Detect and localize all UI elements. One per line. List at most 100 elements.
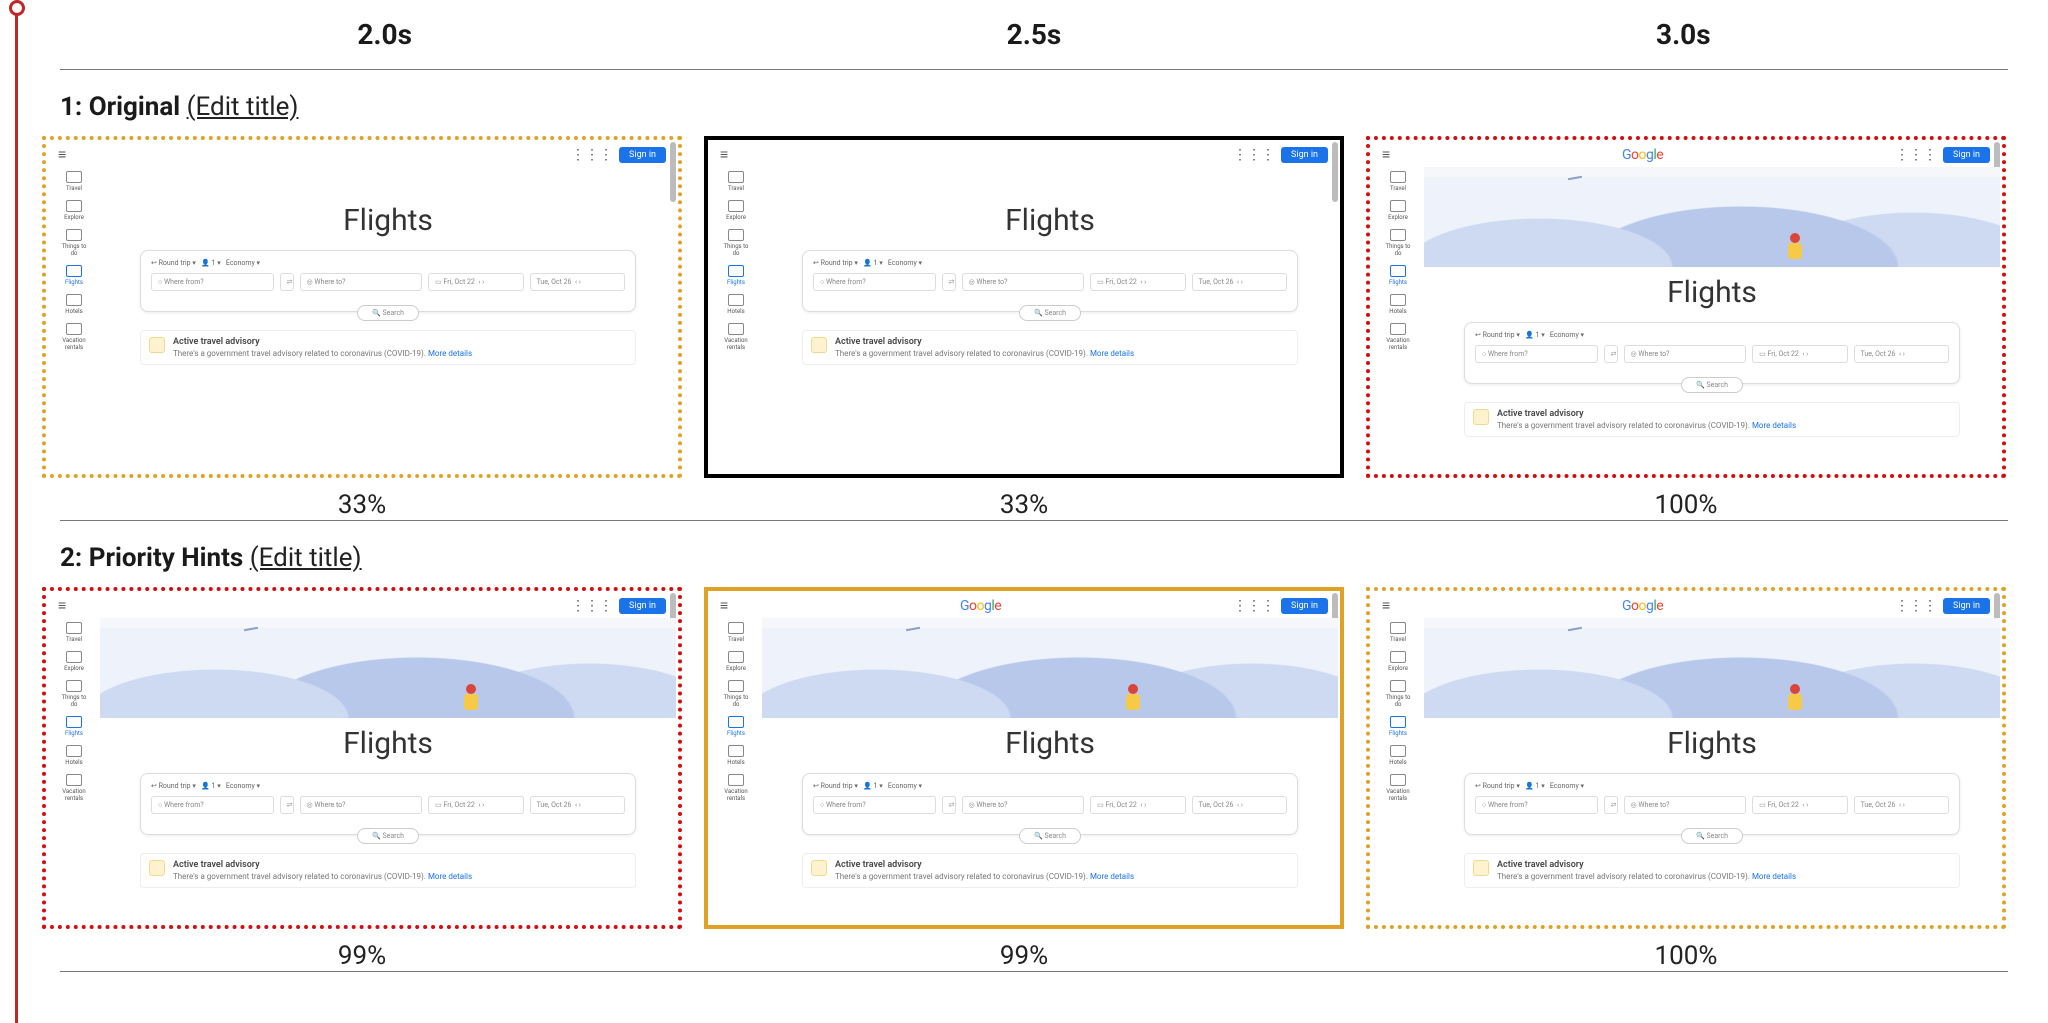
hamburger-icon[interactable]: ≡ xyxy=(720,146,728,163)
depart-date-field[interactable]: ▭ Fri, Oct 22 ‹ › xyxy=(1752,345,1847,363)
sign-in-button[interactable]: Sign in xyxy=(1943,598,1990,614)
sign-in-button[interactable]: Sign in xyxy=(1281,598,1328,614)
sidebar-item[interactable]: Hotels xyxy=(721,294,751,315)
sidebar-item[interactable]: Vacation rentals xyxy=(1383,774,1413,802)
to-field[interactable]: ◎ Where to? xyxy=(962,796,1085,814)
sidebar-item[interactable]: Travel xyxy=(1383,171,1413,192)
screenshot-thumbnail[interactable]: ≡ ⋮⋮⋮ Sign in Travel Explore Things to do Flig… xyxy=(42,587,682,929)
return-date-field[interactable]: Tue, Oct 26 ‹ › xyxy=(530,273,625,291)
from-field[interactable]: ○ Where from? xyxy=(151,796,274,814)
trip-options[interactable]: ↩ Round trip ▾ 👤 1 ▾ Economy ▾ xyxy=(813,782,1287,790)
hamburger-icon[interactable]: ≡ xyxy=(1382,597,1390,614)
swap-icon[interactable]: ⇄ xyxy=(942,796,956,814)
depart-date-field[interactable]: ▭ Fri, Oct 22 ‹ › xyxy=(1090,796,1185,814)
depart-date-field[interactable]: ▭ Fri, Oct 22 ‹ › xyxy=(428,796,523,814)
sidebar-item[interactable]: Travel xyxy=(59,622,89,643)
apps-icon[interactable]: ⋮⋮⋮ xyxy=(571,147,613,163)
apps-icon[interactable]: ⋮⋮⋮ xyxy=(1895,147,1937,163)
sidebar-item[interactable]: Hotels xyxy=(59,294,89,315)
swap-icon[interactable]: ⇄ xyxy=(280,796,294,814)
sidebar-item[interactable]: Explore xyxy=(1383,651,1413,672)
from-field[interactable]: ○ Where from? xyxy=(1475,796,1598,814)
sign-in-button[interactable]: Sign in xyxy=(1281,147,1328,163)
sidebar-item[interactable]: Explore xyxy=(721,200,751,221)
return-date-field[interactable]: Tue, Oct 26 ‹ › xyxy=(530,796,625,814)
sidebar-item[interactable]: Hotels xyxy=(1383,745,1413,766)
from-field[interactable]: ○ Where from? xyxy=(813,796,936,814)
sidebar-item[interactable]: Flights xyxy=(721,265,751,286)
edit-title-link[interactable]: (Edit title) xyxy=(250,543,362,573)
sidebar-item[interactable]: Flights xyxy=(59,265,89,286)
return-date-field[interactable]: Tue, Oct 26 ‹ › xyxy=(1192,273,1287,291)
screenshot-thumbnail[interactable]: ≡⋮⋮⋮Sign inTravelExploreThings to doFlig… xyxy=(42,136,682,478)
apps-icon[interactable]: ⋮⋮⋮ xyxy=(1233,598,1275,614)
trip-options[interactable]: ↩ Round trip ▾ 👤 1 ▾ Economy ▾ xyxy=(813,259,1287,267)
search-button[interactable]: 🔍 Search xyxy=(1019,828,1081,844)
sign-in-button[interactable]: Sign in xyxy=(1943,147,1990,163)
advisory-link[interactable]: More details xyxy=(428,349,472,358)
depart-date-field[interactable]: ▭ Fri, Oct 22 ‹ › xyxy=(1090,273,1185,291)
depart-date-field[interactable]: ▭ Fri, Oct 22 ‹ › xyxy=(1752,796,1847,814)
return-date-field[interactable]: Tue, Oct 26 ‹ › xyxy=(1192,796,1287,814)
trip-options[interactable]: ↩ Round trip ▾ 👤 1 ▾ Economy ▾ xyxy=(151,782,625,790)
swap-icon[interactable]: ⇄ xyxy=(280,273,294,291)
sidebar-item[interactable]: Explore xyxy=(59,200,89,221)
trip-options[interactable]: ↩ Round trip ▾ 👤 1 ▾ Economy ▾ xyxy=(1475,331,1949,339)
advisory-link[interactable]: More details xyxy=(1090,872,1134,881)
sidebar-item[interactable]: Travel xyxy=(721,622,751,643)
return-date-field[interactable]: Tue, Oct 26 ‹ › xyxy=(1854,796,1949,814)
swap-icon[interactable]: ⇄ xyxy=(1604,345,1618,363)
hamburger-icon[interactable]: ≡ xyxy=(1382,146,1390,163)
trip-options[interactable]: ↩ Round trip ▾ 👤 1 ▾ Economy ▾ xyxy=(151,259,625,267)
hamburger-icon[interactable]: ≡ xyxy=(720,597,728,614)
sidebar-item[interactable]: Things to do xyxy=(59,229,89,257)
sidebar-item[interactable]: Flights xyxy=(1383,265,1413,286)
advisory-link[interactable]: More details xyxy=(1090,349,1134,358)
sign-in-button[interactable]: Sign in xyxy=(619,598,666,614)
sidebar-item[interactable]: Explore xyxy=(59,651,89,672)
hamburger-icon[interactable]: ≡ xyxy=(58,146,66,163)
sidebar-item[interactable]: Flights xyxy=(721,716,751,737)
search-button[interactable]: 🔍 Search xyxy=(357,828,419,844)
depart-date-field[interactable]: ▭ Fri, Oct 22 ‹ › xyxy=(428,273,523,291)
search-button[interactable]: 🔍 Search xyxy=(357,305,419,321)
swap-icon[interactable]: ⇄ xyxy=(1604,796,1618,814)
apps-icon[interactable]: ⋮⋮⋮ xyxy=(571,598,613,614)
apps-icon[interactable]: ⋮⋮⋮ xyxy=(1233,147,1275,163)
sidebar-item[interactable]: Flights xyxy=(1383,716,1413,737)
sidebar-item[interactable]: Things to do xyxy=(721,680,751,708)
sidebar-item[interactable]: Flights xyxy=(59,716,89,737)
search-button[interactable]: 🔍 Search xyxy=(1681,377,1743,393)
sidebar-item[interactable]: Vacation rentals xyxy=(59,323,89,351)
sidebar-item[interactable]: Explore xyxy=(1383,200,1413,221)
from-field[interactable]: ○ Where from? xyxy=(813,273,936,291)
sidebar-item[interactable]: Explore xyxy=(721,651,751,672)
search-button[interactable]: 🔍 Search xyxy=(1019,305,1081,321)
hamburger-icon[interactable]: ≡ xyxy=(58,597,66,614)
sidebar-item[interactable]: Hotels xyxy=(59,745,89,766)
to-field[interactable]: ◎ Where to? xyxy=(962,273,1085,291)
to-field[interactable]: ◎ Where to? xyxy=(1624,796,1747,814)
sidebar-item[interactable]: Travel xyxy=(721,171,751,192)
trip-options[interactable]: ↩ Round trip ▾ 👤 1 ▾ Economy ▾ xyxy=(1475,782,1949,790)
screenshot-thumbnail[interactable]: ≡⋮⋮⋮Sign inTravelExploreThings to doFlig… xyxy=(704,136,1344,478)
apps-icon[interactable]: ⋮⋮⋮ xyxy=(1895,598,1937,614)
from-field[interactable]: ○ Where from? xyxy=(151,273,274,291)
advisory-link[interactable]: More details xyxy=(1752,421,1796,430)
swap-icon[interactable]: ⇄ xyxy=(942,273,956,291)
sidebar-item[interactable]: Vacation rentals xyxy=(721,774,751,802)
sidebar-item[interactable]: Vacation rentals xyxy=(721,323,751,351)
sidebar-item[interactable]: Things to do xyxy=(59,680,89,708)
advisory-link[interactable]: More details xyxy=(428,872,472,881)
search-button[interactable]: 🔍 Search xyxy=(1681,828,1743,844)
sidebar-item[interactable]: Vacation rentals xyxy=(59,774,89,802)
from-field[interactable]: ○ Where from? xyxy=(1475,345,1598,363)
screenshot-thumbnail[interactable]: ≡Google⋮⋮⋮Sign inTravelExploreThings to … xyxy=(1366,136,2006,478)
sidebar-item[interactable]: Things to do xyxy=(1383,229,1413,257)
advisory-link[interactable]: More details xyxy=(1752,872,1796,881)
sidebar-item[interactable]: Things to do xyxy=(1383,680,1413,708)
sidebar-item[interactable]: Hotels xyxy=(721,745,751,766)
sidebar-item[interactable]: Travel xyxy=(1383,622,1413,643)
sidebar-item[interactable]: Hotels xyxy=(1383,294,1413,315)
edit-title-link[interactable]: (Edit title) xyxy=(187,92,299,122)
